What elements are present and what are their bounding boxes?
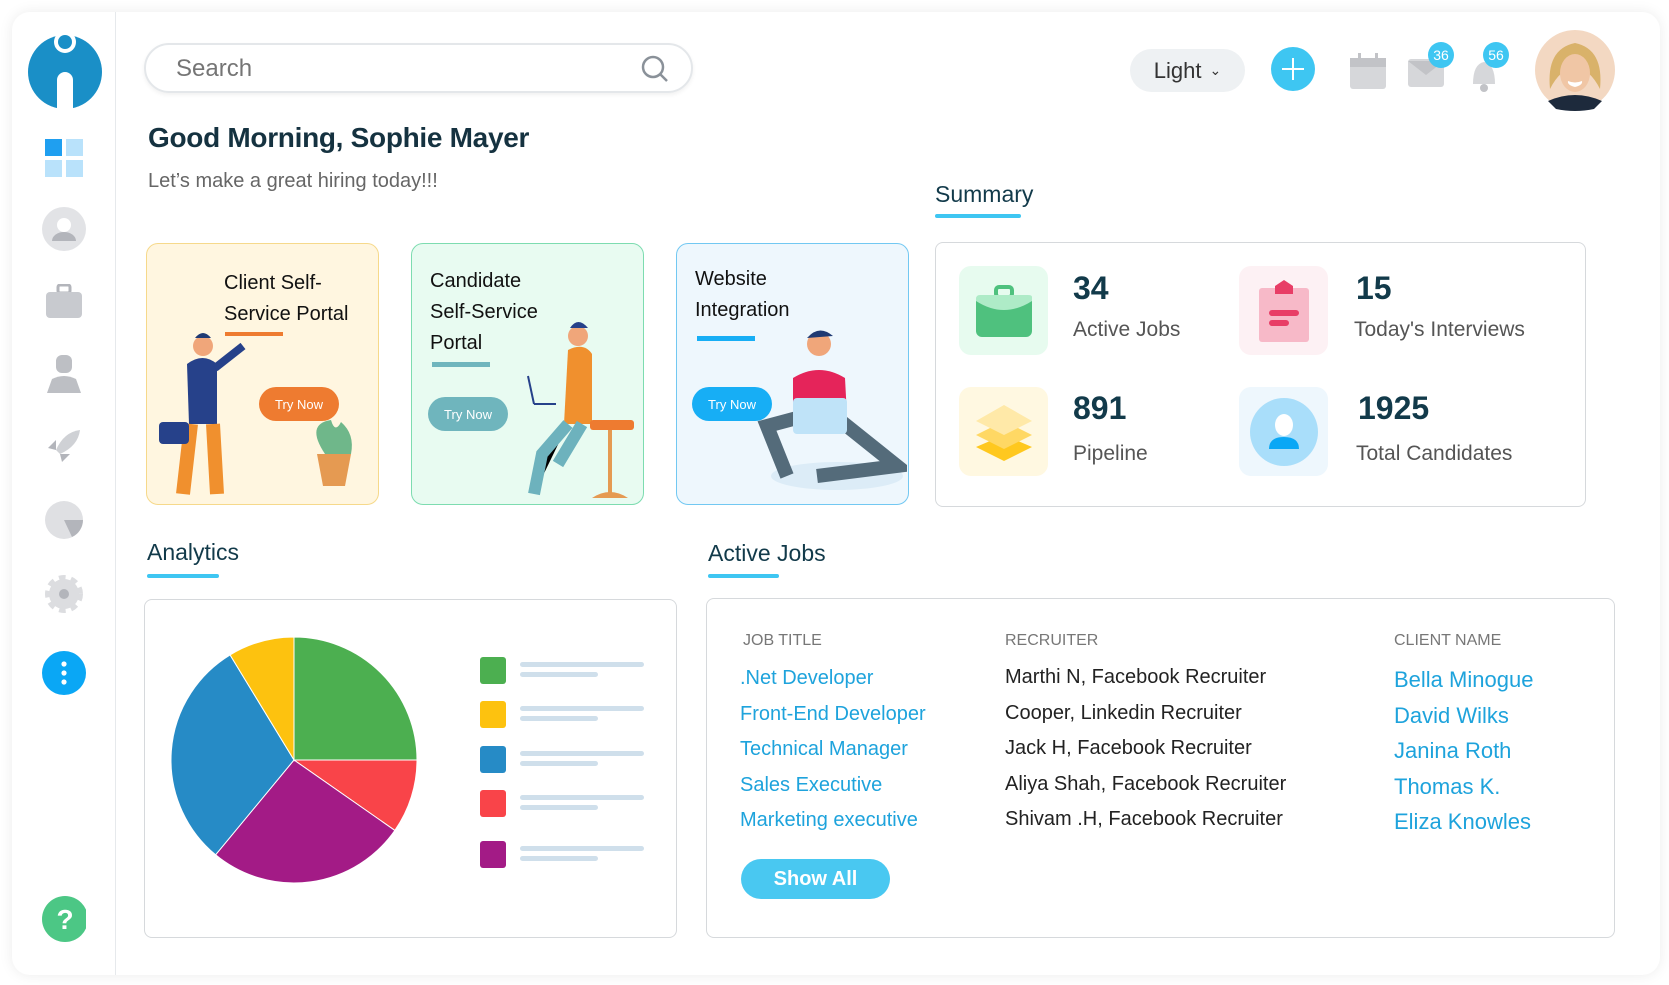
legend-placeholder-bar: [520, 856, 598, 861]
job-title-link[interactable]: Technical Manager: [740, 738, 908, 761]
card-underline: [697, 336, 755, 341]
legend-swatch: [480, 841, 506, 868]
client-name-link[interactable]: Thomas K.: [1394, 774, 1500, 800]
businessman-illustration: [159, 333, 352, 495]
settings-gear-icon[interactable]: [42, 572, 86, 616]
briefcase-icon: [959, 266, 1048, 355]
recruiter-name: Marthi N, Facebook Recruiter: [1005, 666, 1267, 688]
summary-heading: Summary: [935, 181, 1034, 207]
theme-value: Light: [1153, 57, 1202, 83]
jobs-briefcase-icon[interactable]: [42, 280, 86, 324]
greeting-subtitle: Let’s make a great hiring today!!!: [148, 170, 438, 192]
legend-placeholder-bar: [520, 672, 598, 677]
pie-chart: [170, 636, 644, 884]
job-title-link[interactable]: .Net Developer: [740, 667, 873, 690]
column-header-client-name: CLIENT NAME: [1394, 632, 1502, 649]
legend-swatch: [480, 790, 506, 817]
candidate-portal-try-now-button[interactable]: Try Now: [428, 397, 508, 431]
legend-swatch: [480, 746, 506, 773]
legend-placeholder-bar: [520, 846, 644, 851]
column-header-recruiter: RECRUITER: [1005, 632, 1099, 649]
legend-placeholder-bar: [520, 662, 644, 667]
legend-placeholder-bar: [520, 805, 598, 810]
client-name-link[interactable]: David Wilks: [1394, 703, 1509, 729]
legend-swatch: [480, 657, 506, 684]
active-jobs-underline: [708, 574, 779, 578]
search-box[interactable]: [144, 43, 693, 93]
greeting-title: Good Morning, Sophie Mayer: [148, 122, 530, 153]
job-title-link[interactable]: Sales Executive: [740, 774, 882, 797]
legend-placeholder-bar: [520, 751, 644, 756]
job-title-link[interactable]: Front-End Developer: [740, 703, 926, 726]
client-name-link[interactable]: Janina Roth: [1394, 738, 1511, 764]
client-name-link[interactable]: Bella Minogue: [1394, 667, 1533, 693]
more-options-icon[interactable]: [42, 651, 86, 695]
svg-text:?: ?: [56, 904, 73, 935]
notification-count-badge: 56: [1483, 42, 1509, 68]
legend-placeholder-bar: [520, 716, 598, 721]
sidebar-divider: [115, 12, 116, 975]
analytics-panel: [144, 599, 677, 938]
rocket-icon[interactable]: [42, 424, 86, 468]
stat-label-total-candidates: Total Candidates: [1356, 442, 1513, 465]
clipboard-icon: [1239, 266, 1328, 355]
recruiter-name: Aliya Shah, Facebook Recruiter: [1005, 773, 1287, 795]
mail-count-badge: 36: [1428, 42, 1454, 68]
recruiter-name: Jack H, Facebook Recruiter: [1005, 737, 1252, 759]
recruiter-name: Cooper, Linkedin Recruiter: [1005, 702, 1242, 724]
legend-placeholder-bar: [520, 795, 644, 800]
help-icon[interactable]: ?: [42, 896, 86, 942]
candidates-icon[interactable]: [42, 351, 86, 395]
theme-dropdown[interactable]: Light ⌄: [1130, 49, 1245, 92]
user-icon: [1239, 387, 1328, 476]
stat-label-todays-interviews: Today's Interviews: [1354, 318, 1525, 341]
client-portal-card[interactable]: Client Self- Service Portal Try Now: [146, 243, 379, 505]
job-title-link[interactable]: Marketing executive: [740, 809, 918, 832]
reports-pie-icon[interactable]: [42, 498, 86, 542]
logo[interactable]: [27, 28, 103, 110]
analytics-heading: Analytics: [147, 539, 240, 565]
active-jobs-heading: Active Jobs: [708, 540, 826, 566]
stat-label-active-jobs: Active Jobs: [1073, 318, 1181, 341]
legend-placeholder-bar: [520, 761, 598, 766]
client-name-link[interactable]: Eliza Knowles: [1394, 809, 1531, 835]
profile-icon[interactable]: [42, 207, 86, 251]
person-laptop-illustration: [527, 322, 634, 498]
card-title: Client Self- Service Portal: [224, 272, 349, 325]
add-button[interactable]: [1271, 47, 1315, 96]
chevron-down-icon: ⌄: [1209, 62, 1222, 78]
search-input[interactable]: [176, 55, 616, 83]
column-header-job-title: JOB TITLE: [743, 632, 822, 649]
legend-swatch: [480, 701, 506, 728]
pie-slice: [293, 636, 418, 761]
stat-value-pipeline: 891: [1073, 390, 1127, 426]
show-all-button[interactable]: Show All: [741, 859, 890, 899]
stat-value-active-jobs: 34: [1073, 270, 1109, 306]
user-avatar[interactable]: [1534, 29, 1616, 116]
search-icon[interactable]: [640, 54, 670, 84]
developer-illustration: [757, 330, 907, 490]
card-title: Website Integration: [695, 268, 790, 321]
card-underline: [432, 362, 490, 367]
legend-placeholder-bar: [520, 706, 644, 711]
candidate-portal-card[interactable]: Candidate Self-Service Portal Try Now: [411, 243, 644, 505]
recruiter-name: Shivam .H, Facebook Recruiter: [1005, 808, 1283, 830]
dashboard-icon[interactable]: [42, 136, 86, 180]
layers-icon: [959, 387, 1048, 476]
summary-underline: [935, 214, 1021, 218]
website-integration-card[interactable]: Website Integration Try Now: [676, 243, 909, 505]
stat-value-total-candidates: 1925: [1358, 390, 1430, 426]
analytics-underline: [147, 574, 219, 578]
stat-value-todays-interviews: 15: [1356, 270, 1392, 306]
stat-label-pipeline: Pipeline: [1073, 442, 1148, 465]
calendar-icon[interactable]: [1349, 52, 1387, 95]
